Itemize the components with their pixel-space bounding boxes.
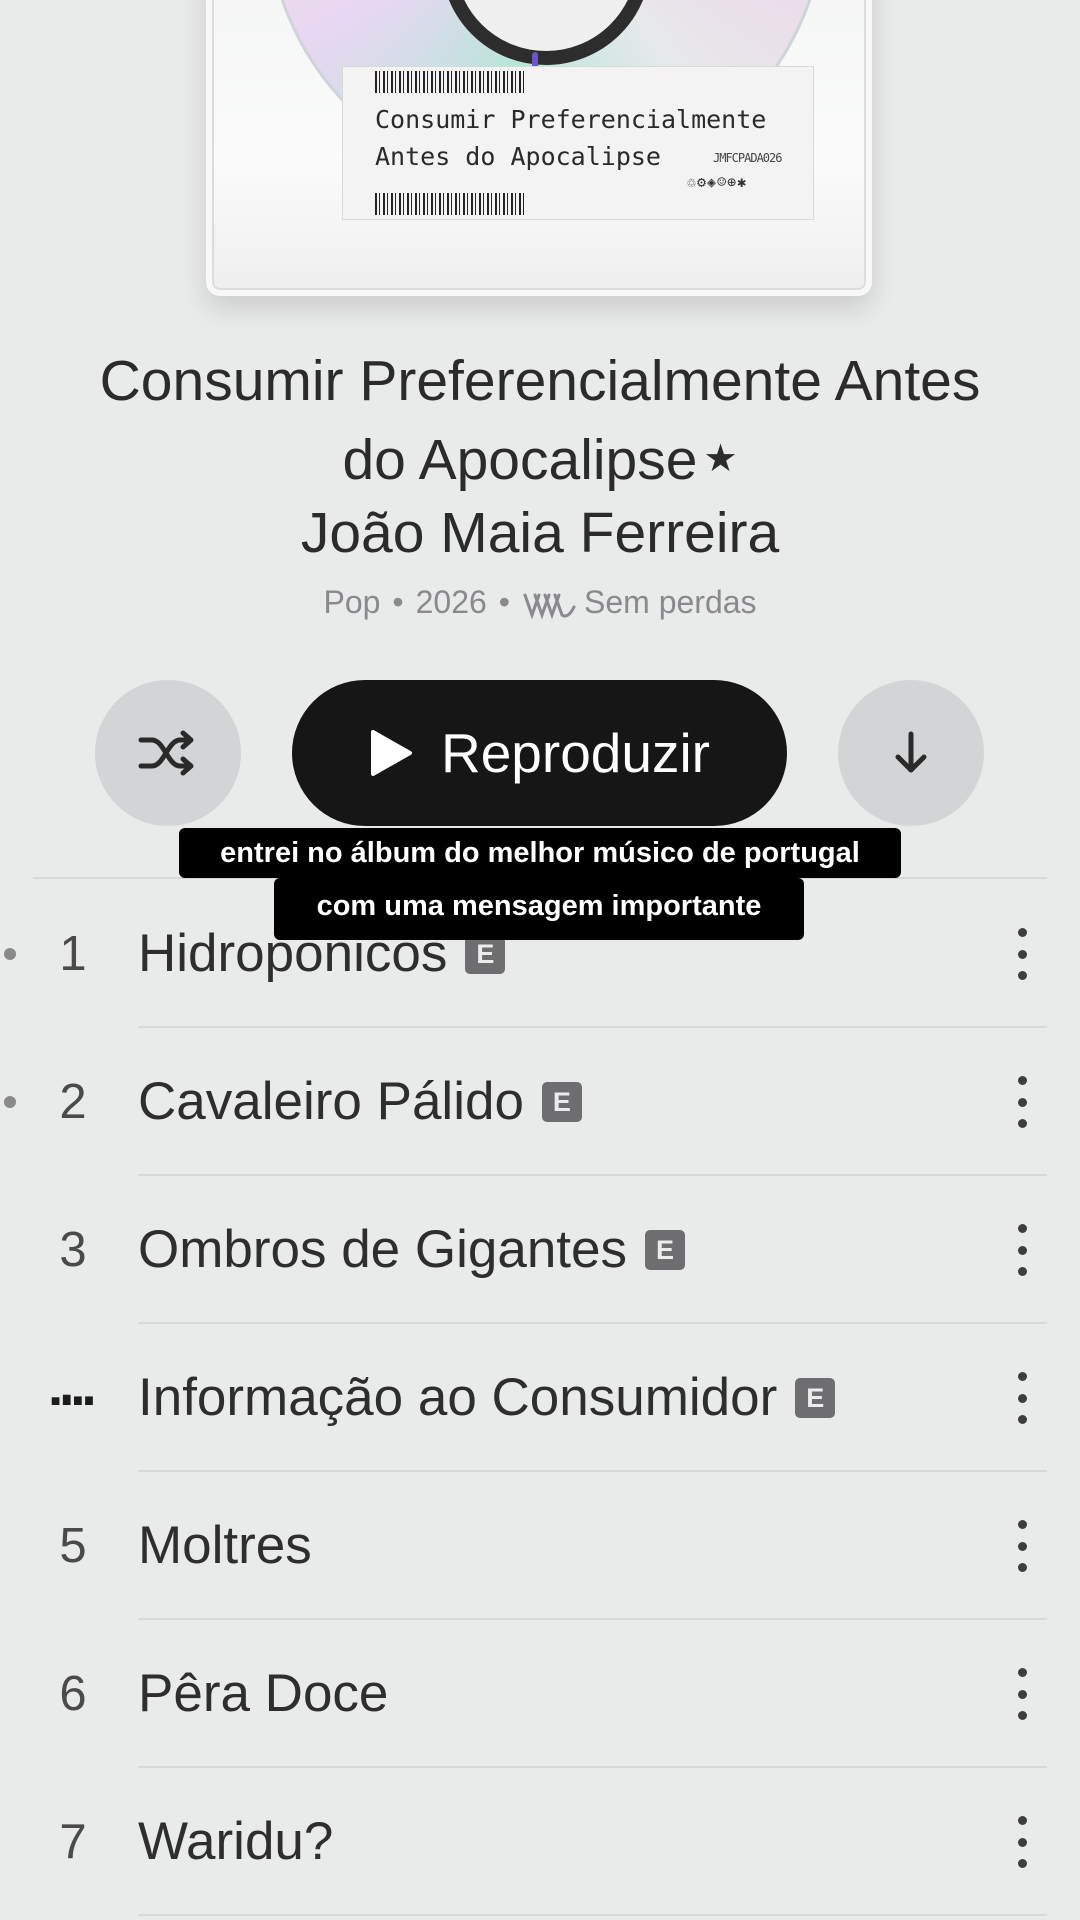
track-row[interactable]: 2 Cavaleiro Pálido E [0, 1028, 1080, 1176]
track-number: 1 [59, 927, 87, 981]
now-playing-equalizer-icon [51, 1394, 93, 1405]
explicit-badge-icon: E [645, 1230, 686, 1270]
cover-label-line1: Consumir Preferencialmente [375, 105, 767, 134]
more-options-icon[interactable] [1000, 1076, 1044, 1128]
track-number: 5 [59, 1519, 87, 1573]
track-title: Cavaleiro Pálido [138, 1072, 524, 1131]
track-row[interactable]: 6 Pêra Doce [0, 1620, 1080, 1768]
album-screen: Consumir Preferencialmente Antes do Apoc… [0, 0, 1080, 1920]
more-options-icon[interactable] [1000, 1520, 1044, 1572]
album-title: Consumir Preferencialmente Antes do Apoc… [40, 342, 1040, 499]
album-genre: Pop [323, 584, 381, 620]
meta-separator: • [498, 584, 510, 620]
album-cover-art[interactable]: Consumir Preferencialmente Antes do Apoc… [206, 0, 872, 296]
album-year: 2026 [415, 584, 487, 620]
barcode-bottom [375, 193, 525, 215]
cover-label-code: JMFCPADA026 [713, 151, 782, 165]
track-number: 3 [59, 1223, 87, 1277]
meta-separator: • [392, 584, 404, 620]
explicit-badge-icon: E [795, 1378, 836, 1418]
more-options-icon[interactable] [1000, 1372, 1044, 1424]
video-caption-line2: com uma mensagem importante [274, 878, 804, 940]
barcode-top [375, 71, 525, 93]
track-title: Waridu? [138, 1812, 334, 1871]
album-title-line2: do Apocalipse [342, 428, 698, 492]
album-quality: Sem perdas [584, 584, 757, 620]
track-title-wrap: Informação ao Consumidor E [138, 1324, 836, 1472]
track-title: Informação ao Consumidor [138, 1368, 778, 1427]
artist-name[interactable]: João Maia Ferreira [40, 495, 1040, 571]
download-button[interactable] [838, 680, 984, 826]
more-options-icon[interactable] [1000, 1668, 1044, 1720]
downloaded-indicator-icon [4, 948, 16, 960]
shuffle-icon [138, 730, 194, 776]
album-title-line2-wrap: do Apocalipse ★ [40, 420, 1040, 499]
track-number: 6 [59, 1667, 87, 1721]
video-caption-line1: entrei no álbum do melhor músico de port… [179, 828, 901, 878]
star-icon: ★ [703, 438, 738, 480]
track-row-now-playing[interactable]: Informação ao Consumidor E [0, 1324, 1080, 1472]
explicit-badge-icon: E [465, 934, 506, 974]
cover-label-symbols: ♲⚙◈☺⊕✱ [687, 173, 748, 191]
track-row[interactable]: 7 Waridu? [0, 1768, 1080, 1916]
album-title-line1: Consumir Preferencialmente Antes [99, 349, 981, 413]
explicit-badge-icon: E [541, 1082, 582, 1122]
track-number: 2 [59, 1075, 87, 1129]
cover-label-line2: Antes do Apocalipse [375, 142, 661, 171]
track-title: Ombros de Gigantes [138, 1220, 628, 1279]
lossless-icon [522, 589, 580, 627]
track-title: Moltres [138, 1516, 312, 1575]
play-button[interactable]: Reproduzir [292, 680, 787, 826]
track-title-wrap: Cavaleiro Pálido E [138, 1028, 582, 1176]
download-icon [895, 731, 927, 773]
row-divider [138, 1914, 1047, 1916]
play-label: Reproduzir [440, 722, 710, 784]
cover-label: Consumir Preferencialmente Antes do Apoc… [342, 66, 814, 220]
track-row[interactable]: 5 Moltres [0, 1472, 1080, 1620]
more-options-icon[interactable] [1000, 928, 1044, 980]
track-title: Pêra Doce [138, 1664, 389, 1723]
track-title-wrap: Ombros de Gigantes E [138, 1176, 686, 1324]
track-number: 7 [59, 1815, 87, 1869]
track-row[interactable]: 3 Ombros de Gigantes E [0, 1176, 1080, 1324]
play-icon [370, 730, 412, 776]
more-options-icon[interactable] [1000, 1816, 1044, 1868]
downloaded-indicator-icon [4, 1096, 16, 1108]
more-options-icon[interactable] [1000, 1224, 1044, 1276]
shuffle-button[interactable] [95, 680, 241, 826]
album-meta: Pop • 2026 • Sem perdas [40, 584, 1040, 627]
